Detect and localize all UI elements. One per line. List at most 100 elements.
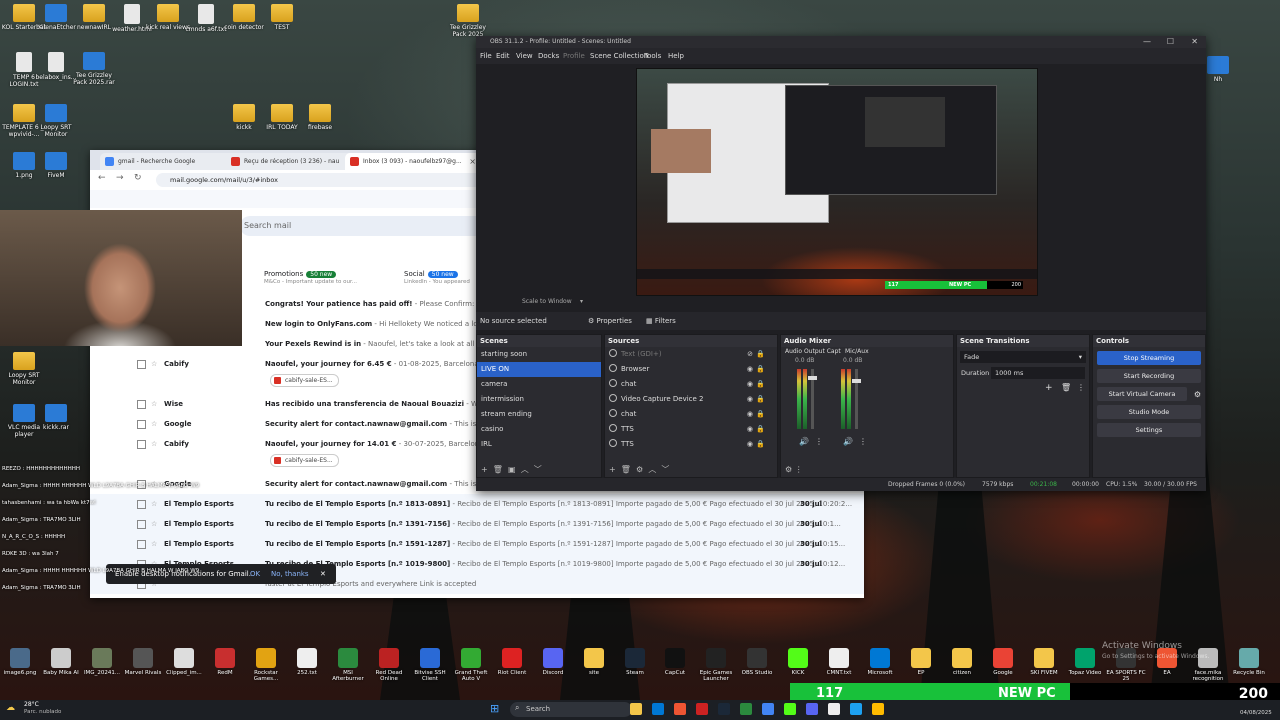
desktop-icon-google[interactable]: Google [983,648,1023,676]
desktop-icon-252-txt[interactable]: 252.txt [287,648,327,676]
desktop-icon-kick[interactable]: KICK [778,648,818,676]
desktop-icon-loopy-srt-monitor[interactable]: Loopy SRT Monitor [32,104,80,138]
forward-arrow-icon[interactable]: → [116,173,124,183]
start-recording-button[interactable]: Start Recording [1097,369,1201,383]
lock-icon[interactable]: 🔒 [756,392,765,407]
taskbar-app-icon[interactable] [828,703,840,715]
desktop-icon-firebase[interactable]: firebase [296,104,344,131]
browser-tab[interactable]: Reçu de réception (3 236) - nau × [226,153,362,170]
volume-slider-handle[interactable] [808,376,817,380]
desktop-icon-ep[interactable]: EP [901,648,941,676]
menu-docks[interactable]: Docks [538,48,559,64]
speaker-icon[interactable]: 🔊 [843,437,853,446]
chevron-down-icon[interactable]: ▾ [580,296,583,308]
notification-ok-button[interactable]: OK [250,564,260,584]
scene-item-camera[interactable]: camera [477,377,601,392]
desktop-icon-msi-afterburner[interactable]: MSI Afterburner [328,648,368,682]
menu-view[interactable]: View [516,48,533,64]
chevron-down-icon[interactable]: ﹀ [661,465,669,474]
row-checkbox[interactable] [137,360,146,369]
transition-select[interactable]: Fade ▾ [960,351,1086,363]
desktop-icon-rockstar-games[interactable]: Rockstar Games... [246,648,286,682]
desktop-icon-red-dead-online[interactable]: Red Dead Online [369,648,409,682]
duration-input[interactable]: 1000 ms [991,367,1085,379]
close-icon[interactable]: ✕ [1191,36,1198,48]
obs-preview-canvas[interactable]: 117 NEW PC 200 [636,68,1038,296]
close-icon[interactable]: ✕ [320,564,326,584]
settings-button[interactable]: Settings [1097,423,1201,437]
volume-slider-handle[interactable] [852,379,861,383]
desktop-icon-redm[interactable]: RedM [205,648,245,676]
row-checkbox[interactable] [137,540,146,549]
desktop-icon-cmnt-txt[interactable]: CMNT.txt [819,648,859,676]
obs-studio-window[interactable]: OBS 31.1.2 - Profile: Untitled - Scenes:… [476,36,1206,491]
star-icon[interactable]: ☆ [151,494,157,514]
gear-icon[interactable]: ⚙ [785,465,792,474]
eye-off-icon[interactable]: ⊘ [747,347,753,362]
scene-item-live-on[interactable]: LIVE ON [477,362,601,377]
menu-scene-collection[interactable]: Scene Collection [590,48,648,64]
taskbar-app-icon[interactable] [740,703,752,715]
scene-item-casino[interactable]: casino [477,422,601,437]
desktop-icon-recycle-bin[interactable]: Recycle Bin [1229,648,1269,676]
gear-icon[interactable]: ⚙ [636,465,643,474]
windows-start-icon[interactable]: ⊞ [490,703,502,715]
menu-edit[interactable]: Edit [496,48,510,64]
kebab-menu-icon[interactable]: ⋮ [795,465,803,474]
taskbar-app-icon[interactable] [806,703,818,715]
source-item-chat[interactable]: chat ◉ 🔒 [605,377,777,392]
email-row[interactable]: ☆ El Templo Esports Tu recibo de El Templo… [90,494,864,514]
row-checkbox[interactable] [137,420,146,429]
lock-icon[interactable]: 🔒 [756,422,765,437]
desktop-icon-steam[interactable]: Steam [615,648,655,676]
trash-icon[interactable]: 🗑 [621,465,631,474]
eye-icon[interactable]: ◉ [747,422,753,437]
star-icon[interactable]: ☆ [151,354,157,374]
lock-icon[interactable]: 🔒 [756,362,765,377]
taskbar-app-icon[interactable] [784,703,796,715]
eye-icon[interactable]: ◉ [747,362,753,377]
scene-item-stream-ending[interactable]: stream ending [477,407,601,422]
taskbar-app-icon[interactable] [718,703,730,715]
taskbar-app-icon[interactable] [630,703,642,715]
studio-mode-button[interactable]: Studio Mode [1097,405,1201,419]
taskbar-search[interactable]: Search [510,702,632,717]
maximize-icon[interactable]: ☐ [1167,36,1174,48]
lock-icon[interactable]: 🔒 [756,347,765,362]
desktop-icon-kickk-rar[interactable]: kickk.rar [32,404,80,431]
eye-icon[interactable]: ◉ [747,377,753,392]
star-icon[interactable]: ☆ [151,534,157,554]
weather-temp[interactable]: 28°C [24,701,39,708]
browser-tab-active[interactable]: Inbox (3 093) - naoufelbz97@g... × [345,153,481,170]
gear-icon[interactable]: ⚙ [1194,390,1201,399]
browser-tab[interactable]: gmail - Recherche Google × [100,153,243,170]
source-item-browser[interactable]: Browser ◉ 🔒 [605,362,777,377]
back-arrow-icon[interactable]: ← [98,173,106,183]
star-icon[interactable]: ☆ [151,434,157,454]
menu-file[interactable]: File [480,48,492,64]
star-icon[interactable]: ☆ [151,394,157,414]
desktop-icon-citizen[interactable]: citizen [942,648,982,676]
trash-icon[interactable]: 🗑 [493,465,503,474]
minimize-icon[interactable]: — [1143,36,1151,48]
email-row[interactable]: ☆ El Templo Esports Tu recibo de El Templo… [90,534,864,554]
row-checkbox[interactable] [137,440,146,449]
source-item-video-capture-device-2[interactable]: Video Capture Device 2 ◉ 🔒 [605,392,777,407]
desktop-icon-tee-grizzley-pack-2025[interactable]: Tee Grizzley Pack 2025 [444,4,492,38]
desktop-icon-discord[interactable]: Discord [533,648,573,676]
desktop-icon-img-20241[interactable]: IMG_20241... [82,648,122,676]
notification-no-thanks-button[interactable]: No, thanks [271,564,309,584]
chevron-up-icon[interactable]: ︿ [521,465,529,474]
taskbar-app-icon[interactable] [872,703,884,715]
email-row[interactable]: ☆ El Templo Esports Tu recibo de El Templo… [90,514,864,534]
scene-item-starting-soon[interactable]: starting soon [477,347,601,362]
desktop-icon-marvel-rivals[interactable]: Marvel Rivals [123,648,163,676]
add-icon[interactable]: + [481,465,488,474]
desktop-icon-topaz-video[interactable]: Topaz Video [1065,648,1105,676]
volume-slider[interactable] [852,369,861,429]
menu-profile[interactable]: Profile [563,48,585,64]
category-promotions[interactable]: Promotions 50 new M&Co - Important update… [264,270,357,285]
taskbar-app-icon[interactable] [762,703,774,715]
star-icon[interactable]: ☆ [151,514,157,534]
eye-icon[interactable]: ◉ [747,407,753,422]
